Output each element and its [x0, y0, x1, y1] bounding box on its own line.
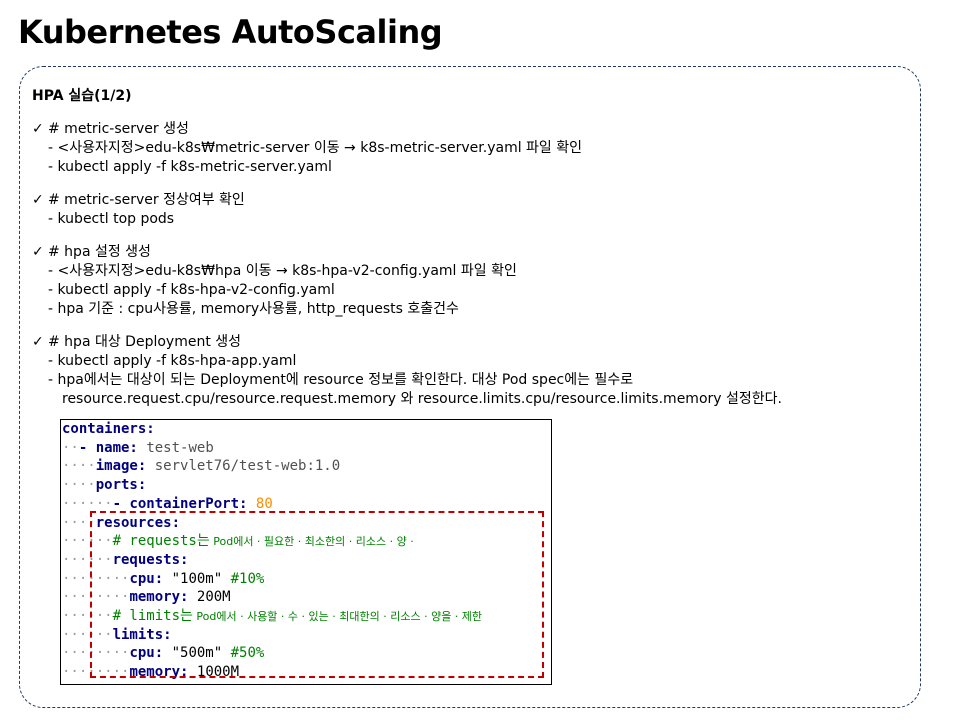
list-item: resource.request.cpu/resource.request.me…	[62, 391, 782, 407]
check-icon: ✓	[32, 244, 44, 260]
list-item: - kubectl apply -f k8s-hpa-app.yaml	[48, 353, 297, 369]
code-line: ··- name: test-web	[62, 439, 214, 456]
code-line: containers:	[62, 421, 155, 437]
resources-highlight-box	[90, 511, 544, 678]
check-icon: ✓	[32, 192, 44, 208]
page-title: Kubernetes AutoScaling	[18, 13, 443, 51]
list-item: - kubectl top pods	[48, 211, 175, 227]
list-item: - hpa 기준 : cpu사용률, memory사용률, http_reque…	[48, 301, 459, 317]
code-line: ····ports:	[62, 477, 147, 494]
check-icon: ✓	[32, 121, 44, 137]
list-item: - kubectl apply -f k8s-metric-server.yam…	[48, 159, 332, 175]
list-item: - kubectl apply -f k8s-hpa-v2-config.yam…	[48, 282, 335, 298]
list-item: - hpa에서는 대상이 되는 Deployment에 resource 정보를…	[48, 372, 634, 388]
list-item: - <사용자지정>edu-k8s₩hpa 이동 → k8s-hpa-v2-con…	[48, 263, 517, 279]
section-subtitle: HPA 실습(1/2)	[32, 88, 132, 104]
list-item: - <사용자지정>edu-k8s₩metric-server 이동 → k8s-…	[48, 140, 583, 156]
section-heading-hpa-config: ✓ # hpa 설정 생성	[32, 244, 151, 260]
section-heading-metric-check: ✓ # metric-server 정상여부 확인	[32, 192, 245, 208]
check-icon: ✓	[32, 334, 44, 350]
section-heading-hpa-deployment: ✓ # hpa 대상 Deployment 생성	[32, 334, 242, 350]
section-heading-metric-server: ✓ # metric-server 생성	[32, 121, 189, 137]
code-line: ····image: servlet76/test-web:1.0	[62, 458, 341, 475]
